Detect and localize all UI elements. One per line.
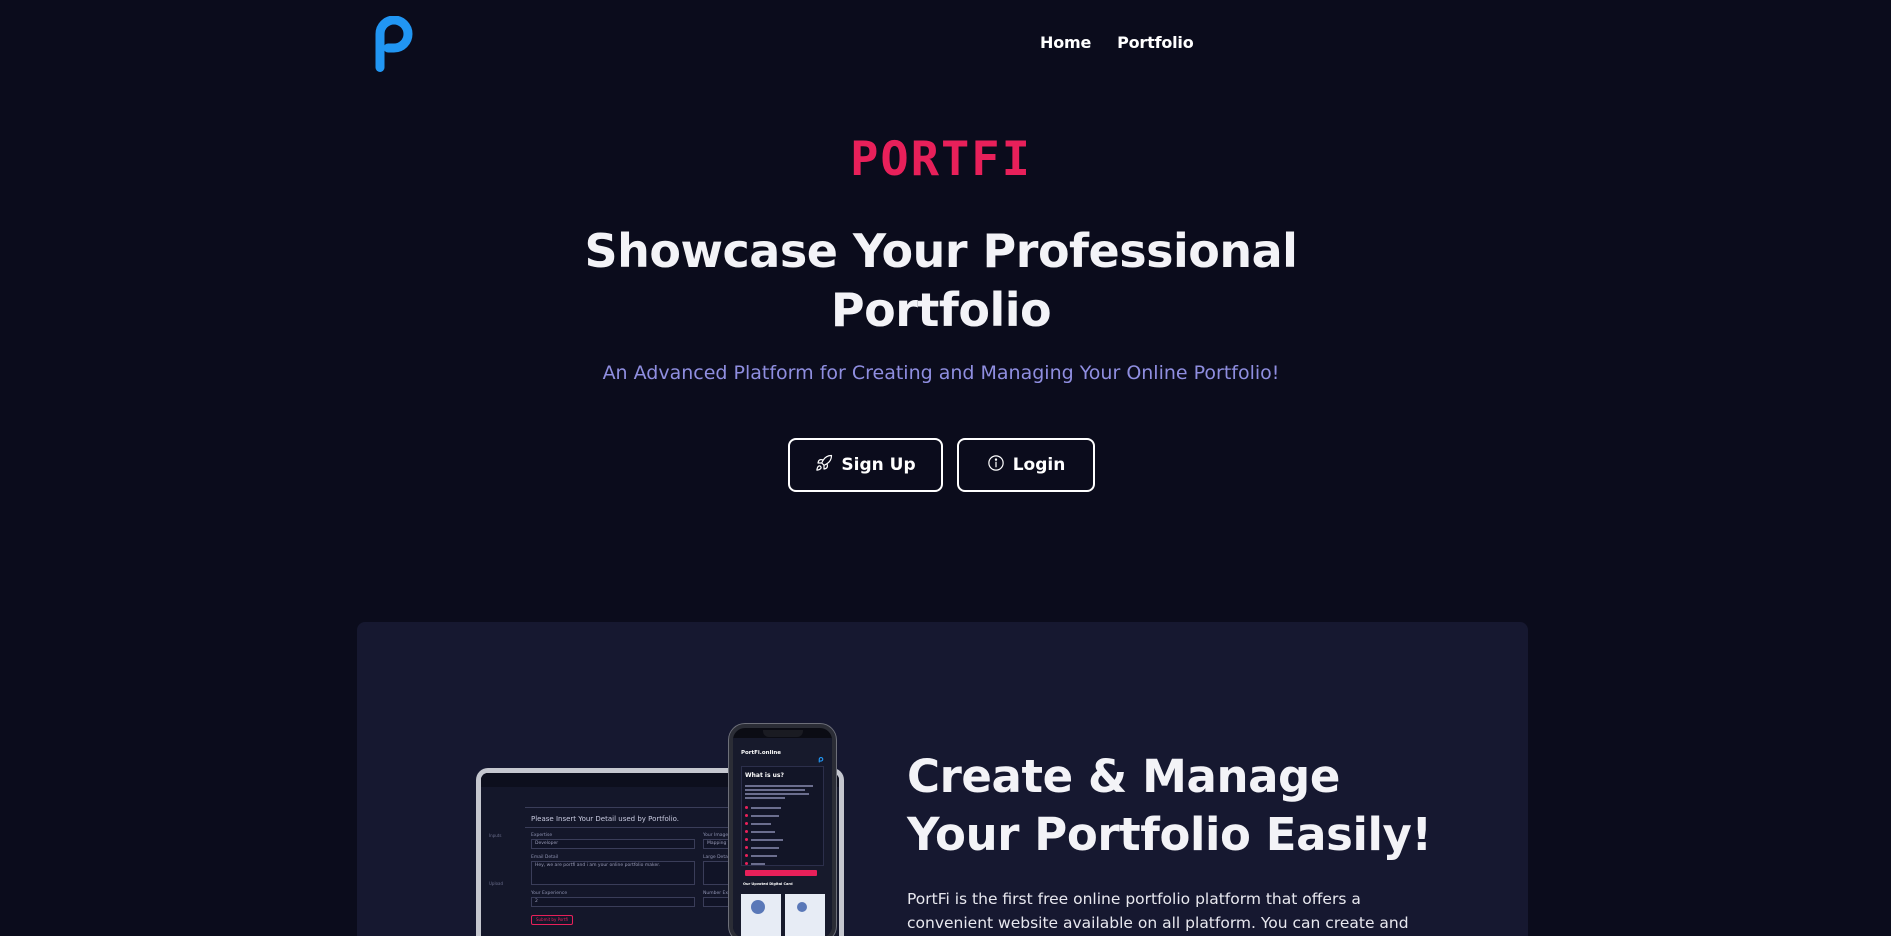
number-label: Number Exp xyxy=(703,891,731,896)
your-image-label: Your Image xyxy=(703,833,729,838)
email-value: Hey, we are portfi and i am your online … xyxy=(535,863,661,868)
phone-app-title: PortFi.online xyxy=(741,750,781,756)
laptop-side-item: Upload xyxy=(489,881,504,886)
rocket-icon xyxy=(815,454,833,477)
brand-title: PORTFI xyxy=(850,132,1032,187)
signup-button-label: Sign Up xyxy=(841,455,916,475)
laptop-side-item: Inputs xyxy=(489,833,502,838)
signup-button[interactable]: Sign Up xyxy=(788,438,943,492)
hero-subtitle: An Advanced Platform for Creating and Ma… xyxy=(602,362,1280,384)
landing-page: Home Portfolio PORTFI Showcase Your Prof… xyxy=(0,0,1891,936)
info-circle-icon xyxy=(987,454,1005,477)
phone-cta-bar xyxy=(745,870,817,876)
top-navbar: Home Portfolio xyxy=(0,0,1891,90)
portfi-logo-icon xyxy=(818,749,824,763)
phone-mockup-image: PortFi.online What is us? Our Upvoted Di… xyxy=(729,724,836,936)
nav-links: Home Portfolio xyxy=(1040,33,1194,52)
large-detail-label: Large Detail xyxy=(703,855,731,860)
nav-portfolio-link[interactable]: Portfolio xyxy=(1117,33,1194,52)
feature-description: PortFi is the first free online portfoli… xyxy=(907,890,1409,932)
phone-heading: What is us? xyxy=(745,772,784,779)
experience-value: 2 xyxy=(535,899,538,904)
phone-footer-label: Our Upvoted Digital Card xyxy=(743,882,793,886)
hero-heading: Showcase Your Professional Portfolio xyxy=(584,224,1298,337)
portfi-logo-icon[interactable] xyxy=(372,15,416,72)
expertise-label: Expertise xyxy=(531,833,553,838)
login-button[interactable]: Login xyxy=(957,438,1095,492)
feature-heading: Create & Manage Your Portfolio Easily! xyxy=(907,750,1432,861)
experience-label: Your Experience xyxy=(531,891,568,896)
nav-home-link[interactable]: Home xyxy=(1040,33,1091,52)
login-button-label: Login xyxy=(1012,455,1066,475)
laptop-submit-button: Submit by Portfi xyxy=(531,915,573,925)
email-label: Email Detail xyxy=(531,855,559,860)
expertise-value: Developer xyxy=(535,841,559,846)
laptop-form-heading: Please Insert Your Detail used by Portfo… xyxy=(531,815,680,823)
